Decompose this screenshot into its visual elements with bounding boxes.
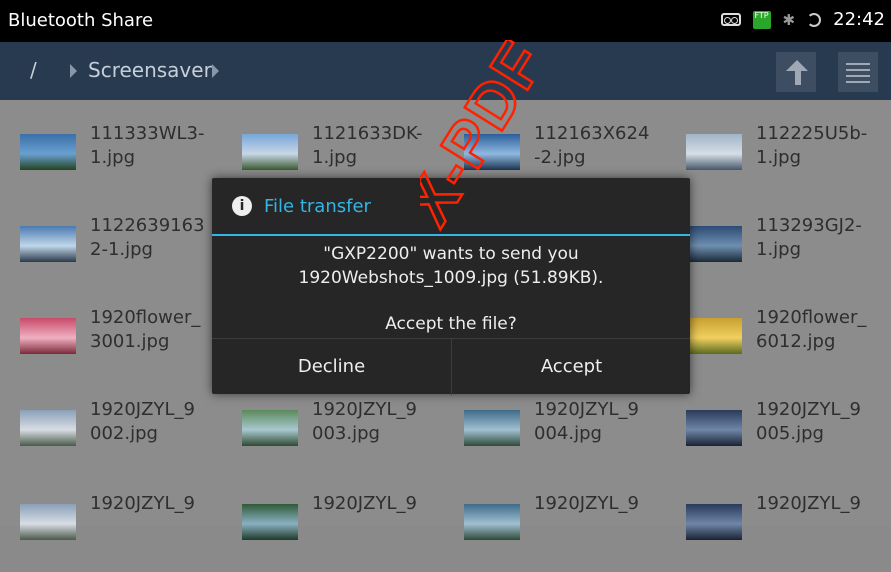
file-thumbnail (686, 226, 742, 262)
breadcrumb-root[interactable]: / (30, 58, 37, 82)
file-item[interactable]: 1122639163 2-1.jpg (0, 214, 220, 294)
file-name: 111333WL3- 1.jpg (90, 123, 205, 168)
status-icons: FTP ✱ 22:42 (720, 9, 885, 30)
file-name: 1920JZYL_9 (312, 493, 417, 514)
file-name: 1920flower_ 6012.jpg (756, 307, 867, 352)
file-thumbnail (20, 318, 76, 354)
file-thumbnail (464, 410, 520, 446)
voicemail-icon (720, 13, 741, 26)
breadcrumb: / Screensaver (0, 42, 891, 100)
dialog-message-line1: "GXP2200" wants to send you (323, 244, 579, 264)
chevron-right-icon (70, 64, 77, 78)
file-name: 112163X624 -2.jpg (534, 123, 650, 168)
dialog-buttons: Decline Accept (212, 338, 690, 395)
file-item[interactable]: 1920JZYL_9 (222, 492, 442, 572)
dialog-question: Accept the file? (385, 314, 517, 334)
dialog-message: "GXP2200" wants to send you 1920Webshots… (212, 242, 690, 290)
file-item[interactable]: 1920JZYL_9 (666, 492, 886, 572)
file-name: 1121633DK- 1.jpg (312, 123, 423, 168)
bluetooth-icon: ✱ (782, 10, 796, 29)
decline-button[interactable]: Decline (212, 339, 451, 395)
file-name: 1920JZYL_9 (756, 493, 861, 514)
file-item[interactable]: 1920flower_ 3001.jpg (0, 306, 220, 386)
file-item[interactable]: 113293GJ2- 1.jpg (666, 214, 886, 294)
file-item[interactable]: 1920JZYL_9 (444, 492, 664, 572)
file-name: 113293GJ2- 1.jpg (756, 215, 862, 260)
dialog-header: i File transfer (212, 178, 690, 236)
list-view-button[interactable] (838, 52, 878, 92)
file-thumbnail (242, 134, 298, 170)
file-item[interactable]: 1920JZYL_9 002.jpg (0, 398, 220, 478)
file-transfer-dialog: i File transfer "GXP2200" wants to send … (212, 178, 690, 395)
up-directory-button[interactable] (776, 52, 816, 92)
file-item[interactable]: 1920JZYL_9 004.jpg (444, 398, 664, 478)
file-item[interactable]: 1920JZYL_9 (0, 492, 220, 572)
app-title: Bluetooth Share (8, 10, 154, 31)
file-item[interactable]: 1920flower_ 6012.jpg (666, 306, 886, 386)
file-thumbnail (464, 504, 520, 540)
file-thumbnail (242, 410, 298, 446)
file-name: 1122639163 2-1.jpg (90, 215, 205, 260)
chevron-right-icon (212, 64, 219, 78)
ftp-icon: FTP (752, 10, 771, 29)
file-thumbnail (242, 504, 298, 540)
file-thumbnail (464, 134, 520, 170)
file-thumbnail (20, 134, 76, 170)
file-thumbnail (20, 226, 76, 262)
file-name: 1920JZYL_9 005.jpg (756, 399, 861, 444)
info-icon: i (232, 196, 252, 216)
file-name: 1920flower_ 3001.jpg (90, 307, 201, 352)
file-thumbnail (686, 504, 742, 540)
dialog-title: File transfer (264, 196, 371, 217)
clock: 22:42 (833, 9, 885, 30)
sync-icon (807, 12, 822, 27)
file-name: 1920JZYL_9 004.jpg (534, 399, 639, 444)
file-name: 1920JZYL_9 (534, 493, 639, 514)
file-item[interactable]: 111333WL3- 1.jpg (0, 122, 220, 202)
file-item[interactable]: 1920JZYL_9 005.jpg (666, 398, 886, 478)
file-name: 112225U5b- 1.jpg (756, 123, 868, 168)
file-thumbnail (686, 318, 742, 354)
file-item[interactable]: 1920JZYL_9 003.jpg (222, 398, 442, 478)
status-bar: Bluetooth Share FTP ✱ 22:42 (0, 0, 891, 42)
file-thumbnail (686, 410, 742, 446)
file-thumbnail (20, 410, 76, 446)
file-name: 1920JZYL_9 003.jpg (312, 399, 417, 444)
file-thumbnail (686, 134, 742, 170)
file-item[interactable]: 112225U5b- 1.jpg (666, 122, 886, 202)
dialog-message-line2: 1920Webshots_1009.jpg (51.89KB). (298, 268, 604, 288)
file-name: 1920JZYL_9 (90, 493, 195, 514)
breadcrumb-screensaver[interactable]: Screensaver (88, 58, 212, 82)
file-name: 1920JZYL_9 002.jpg (90, 399, 195, 444)
accept-button[interactable]: Accept (452, 339, 691, 395)
file-thumbnail (20, 504, 76, 540)
up-arrow-icon (786, 60, 808, 85)
